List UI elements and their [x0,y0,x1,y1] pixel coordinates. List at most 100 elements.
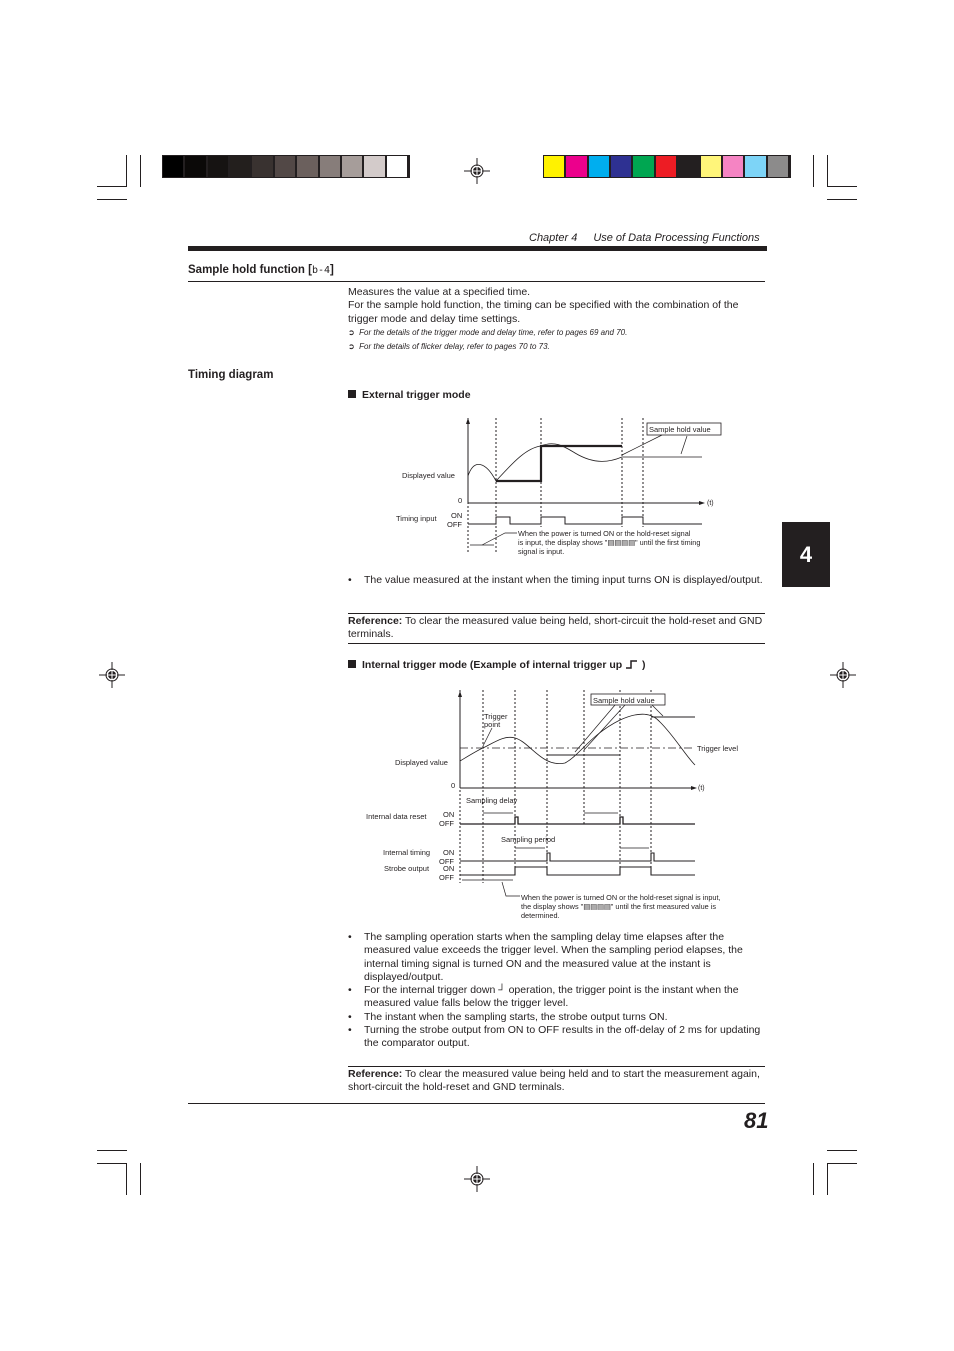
section-title-end: ] [330,264,334,276]
internal-note-line-1: When the power is turned ON or the hold-… [521,893,721,902]
heading-end: ) [639,659,646,671]
square-bullet-icon [348,390,356,398]
color-swatch [678,156,699,177]
crop-mark [140,1163,141,1195]
callout-line [482,727,493,747]
x-axis-arrow [699,501,705,505]
external-trigger-heading-text: External trigger mode [362,389,471,401]
callout-line [574,704,616,753]
internal-timing-signal [460,852,695,862]
on-label: ON [443,848,454,857]
reference-box: Reference: To clear the measured value b… [348,1068,763,1095]
sample-hold-value-label: Sample hold value [649,425,711,434]
registration-mark-icon [464,1166,490,1192]
crop-mark [97,1150,127,1151]
callout-line [680,435,688,455]
displayed-value-label: Displayed value [402,471,455,480]
crop-mark [827,1163,828,1195]
reference-arrow-icon: ➲ [348,327,355,337]
crop-mark [827,1163,857,1164]
y-axis-arrow [466,418,470,424]
bullet-item: Turning the strobe output from ON to OFF… [348,1024,763,1051]
on-label: ON [443,810,454,819]
reference-label: Reference: [348,1068,403,1080]
crop-mark [97,199,127,200]
square-bullet-icon [348,660,356,668]
displayed-value-curve [467,443,702,482]
strobe-output-label: Strobe output [384,864,430,873]
color-swatch [767,156,788,177]
internal-bullets: The sampling operation starts when the s… [348,931,763,1051]
crop-mark [126,1163,127,1195]
off-label: OFF [439,819,454,828]
color-swatch [722,156,744,177]
trigger-point-label: point [484,720,501,729]
bullet-item: The value measured at the instant when t… [348,574,763,588]
off-label: OFF [439,873,454,882]
reference-bottom-rule [348,643,765,644]
external-trigger-timing-diagram: Sample hold value Displayed value 0 (t) … [396,418,722,556]
trigger-up-icon [626,660,638,669]
callout-line [621,434,663,456]
crop-mark [827,199,857,200]
crop-mark [97,1163,127,1164]
reference-note: ➲ For the details of flicker delay, refe… [348,340,766,354]
zero-label: 0 [451,781,455,790]
gray-color-bar [162,155,410,178]
note-leader [481,532,517,546]
bullet-item: For the internal trigger down ┘ operatio… [348,984,763,1011]
color-swatch [341,156,363,177]
timing-diagram-heading: Timing diagram [188,369,274,381]
crop-mark [827,1150,857,1151]
x-axis-arrow [691,786,697,790]
color-swatch [611,156,632,177]
registration-mark-icon [99,662,125,688]
sampling-delay-label: Sampling delay [466,796,518,805]
section-title-text: Sample hold function [ [188,264,312,276]
color-swatch [386,156,407,177]
reference-text: To clear the measured value being held a… [348,1068,760,1094]
strobe-output-signal [460,866,695,876]
displayed-value-label: Displayed value [395,758,448,767]
time-axis-label: (t) [707,500,714,507]
timing-input-signal [468,516,702,525]
chapter-title: Use of Data Processing Functions [593,232,760,244]
color-swatch [185,156,206,177]
off-label: OFF [447,520,462,529]
on-label: ON [443,864,454,873]
crop-mark [140,155,141,187]
crop-mark [813,155,814,187]
sample-hold-value-label: Sample hold value [593,696,655,705]
reference-note-text: For the details of the trigger mode and … [359,327,628,337]
external-bullets: The value measured at the instant when t… [348,574,763,588]
reference-note: ➲ For the details of the trigger mode an… [348,326,766,340]
registration-mark-icon [464,158,490,184]
zero-label: 0 [458,496,462,505]
callout-line [651,704,664,717]
crop-mark [813,1163,814,1195]
crop-mark [126,155,127,187]
reference-arrow-icon: ➲ [348,341,355,351]
reference-box: Reference: To clear the measured value b… [348,615,763,642]
timing-input-label: Timing input [396,514,437,523]
reference-label: Reference: [348,615,403,627]
bullet-item: The instant when the sampling starts, th… [348,1011,763,1025]
reference-top-rule [348,613,765,614]
internal-data-reset-signal [460,816,695,825]
page-number: 81 [744,1108,769,1133]
color-swatch [544,156,565,177]
footer-rule [188,1103,765,1104]
color-swatch [700,156,721,177]
color-swatch [319,156,340,177]
external-trigger-heading: External trigger mode [348,389,471,401]
external-note-line-1: When the power is turned ON or the hold-… [518,529,691,538]
color-swatch [230,156,251,177]
trigger-level-label: Trigger level [697,744,738,753]
internal-trigger-heading-text: Internal trigger mode (Example of intern… [362,659,623,671]
color-swatch [163,156,184,177]
section-title: Sample hold function [b-4] [188,264,334,276]
color-swatch [566,156,587,177]
section-code: b-4 [311,265,331,276]
color-swatch [364,156,385,177]
chapter-number: Chapter 4 [529,232,578,244]
